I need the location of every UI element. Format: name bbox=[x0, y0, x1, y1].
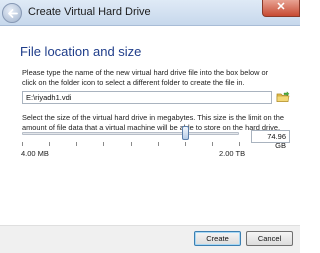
slider-tick bbox=[185, 142, 186, 146]
title-bar: Create Virtual Hard Drive ✕ bbox=[0, 0, 300, 26]
size-description: Select the size of the virtual hard driv… bbox=[22, 113, 284, 132]
size-value-field[interactable]: 74.96 GB bbox=[251, 130, 290, 150]
slider-tick bbox=[22, 142, 23, 146]
slider-tick bbox=[103, 142, 104, 146]
slider-tick bbox=[158, 142, 159, 146]
size-min-label: 4.00 MB bbox=[21, 149, 49, 158]
slider-tick bbox=[76, 142, 77, 146]
slider-tick bbox=[212, 142, 213, 146]
file-path-input[interactable] bbox=[22, 91, 272, 104]
cancel-button[interactable]: Cancel bbox=[246, 231, 293, 246]
page-heading: File location and size bbox=[20, 44, 142, 59]
slider-tick bbox=[131, 142, 132, 146]
size-slider-track[interactable] bbox=[22, 132, 239, 135]
close-button[interactable]: ✕ bbox=[262, 0, 300, 17]
back-arrow-icon bbox=[8, 9, 18, 18]
back-button[interactable] bbox=[2, 3, 22, 23]
slider-tick bbox=[49, 142, 50, 146]
size-max-label: 2.00 TB bbox=[219, 149, 246, 158]
create-button[interactable]: Create bbox=[194, 231, 241, 246]
slider-tick bbox=[239, 142, 240, 146]
size-slider-thumb[interactable] bbox=[182, 126, 190, 140]
folder-icon[interactable] bbox=[276, 90, 290, 104]
close-icon: ✕ bbox=[276, 1, 286, 13]
location-description: Please type the name of the new virtual … bbox=[22, 68, 269, 87]
window-title: Create Virtual Hard Drive bbox=[28, 6, 151, 18]
